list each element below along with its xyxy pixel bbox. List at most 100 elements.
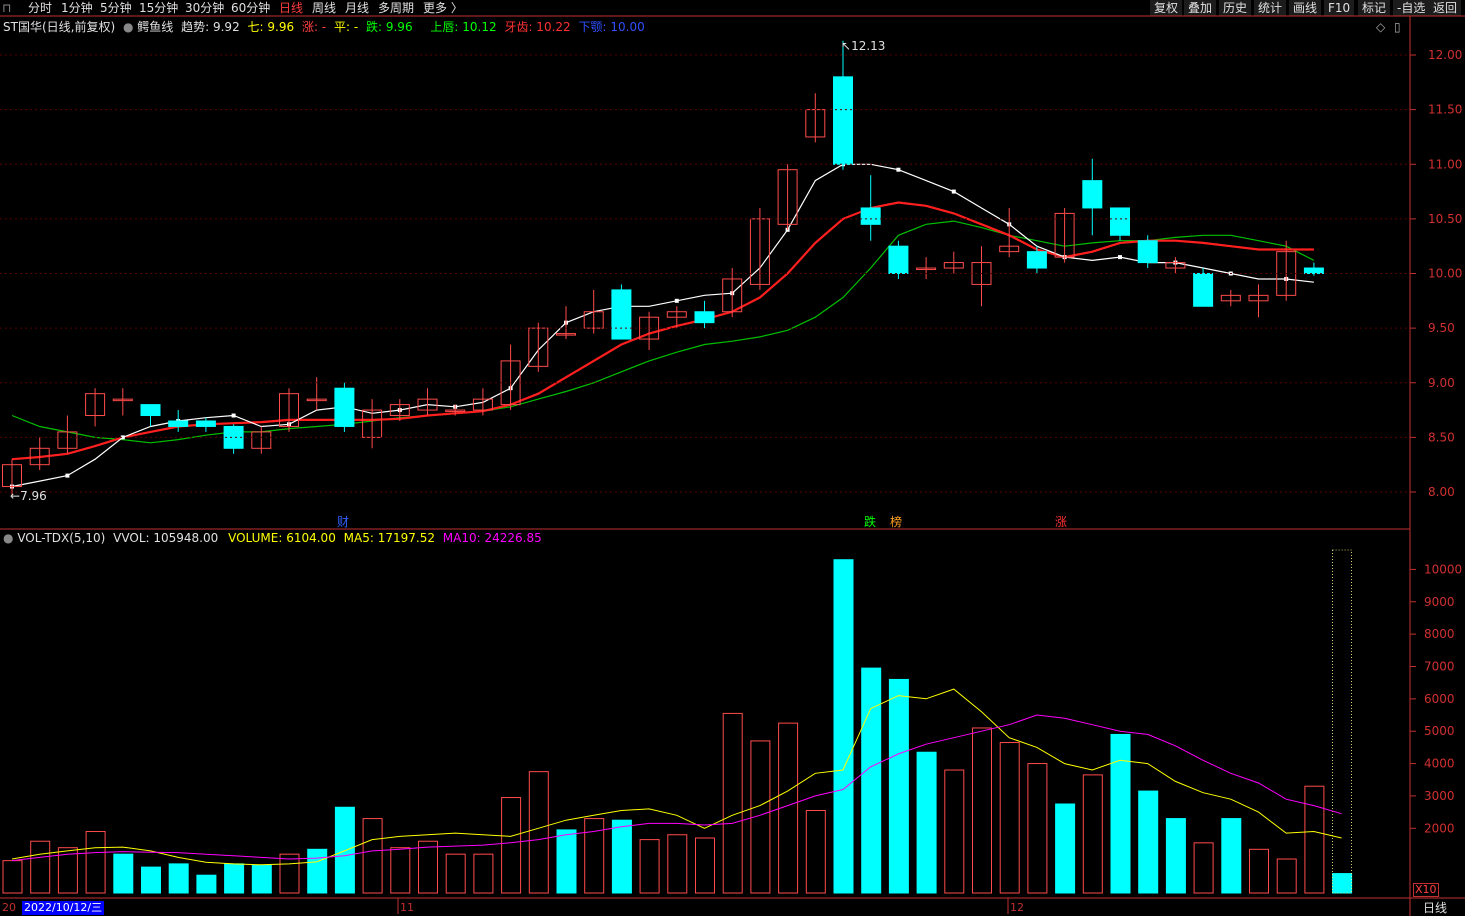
volume-bar-up [418,840,438,894]
candle-down [1026,251,1047,269]
volume-bar-up [1304,785,1325,894]
candle-down [1082,180,1103,209]
price-tick-label: 10.50 [1428,212,1462,226]
diamond-icon[interactable]: ◇ [1376,20,1385,34]
panel-menu-icon[interactable]: ▯ [1394,20,1401,34]
upper-lip-value: 上唇: 10.12 [430,20,497,34]
indicator-dot-icon[interactable]: ● [3,531,13,545]
candle-down [833,76,853,165]
volume-bar-up [501,797,522,894]
volume-bar-up [1193,842,1214,894]
volume-tick-label: 3000 [1424,789,1455,803]
zhang-value: 涨: - [301,20,327,34]
volume-tick-label: 10000 [1424,562,1462,576]
volume-bar-down [334,806,355,894]
price-tick-label: 8.50 [1428,430,1455,444]
price-tick-label: 12.00 [1428,48,1462,62]
candle-down [611,289,632,340]
volume-bar-down [196,874,217,894]
candle-down [334,387,355,427]
volume-axis: 2000 3000 4000 5000 6000 7000 8000 9000 10000 [1410,562,1462,835]
price-tick-label: 8.00 [1428,485,1455,499]
volume-bar-down [833,559,854,894]
volume-bar-up [85,831,106,894]
stock-title: ST国华(日线,前复权) [3,20,116,34]
kline-chart[interactable]: 8.00 8.50 9.00 9.50 10.00 10.50 11.00 11.50 12.0… [0,0,1465,916]
volume-bar-down [916,751,937,894]
volume-bar-up [473,853,494,894]
volume-bar-down [168,863,189,894]
month-tick-12: 12 [1010,901,1024,914]
date-cursor: 2022/10/12/三 [22,901,105,915]
trend-point [896,167,901,172]
candle-down [1303,267,1324,275]
volume-value: VOLUME: 6104.00 [228,531,336,545]
volume-tick-label: 9000 [1424,595,1455,609]
candle-down [140,404,161,417]
price-tick-label: 11.50 [1428,103,1462,117]
ping-value: 平: - [333,20,359,34]
volume-tick-label: 5000 [1424,724,1455,738]
indicator-dot-icon[interactable]: ● [123,20,133,34]
trend-point [674,298,679,303]
candle-down [168,420,189,427]
volume-bar-down [556,829,577,894]
volume-bar-up [1249,848,1269,894]
volume-bar-up [1276,858,1297,894]
ma5-value: MA5: 17197.52 [343,531,435,545]
trend-point [1118,255,1122,260]
volume-bar-down [224,863,245,894]
period-label[interactable]: 日线 [1423,901,1447,915]
volume-bar-up [1027,763,1048,894]
current-bar-highlight [1332,549,1352,894]
volume-bar-down [251,864,272,894]
trend-point [951,189,956,194]
price-tick-label: 9.00 [1428,376,1455,390]
high-price-label: ↖12.13 [841,39,886,53]
marker-zhang[interactable]: 涨 [1055,515,1067,529]
volume-bar-down [1110,733,1131,894]
candle-down [888,245,909,274]
candle-down [1137,240,1158,264]
volume-bar-down [1165,818,1186,894]
volume-tick-label: 6000 [1424,692,1455,706]
marker-bang[interactable]: 榜 [890,515,902,529]
jaw-line-path [11,220,1315,444]
candle-down [860,207,881,225]
volume-bar-down [141,866,161,894]
volume-multiplier: X10 [1413,883,1439,897]
volume-bar-up [2,860,23,894]
volume-bar-up [639,839,660,894]
marker-die[interactable]: 跌 [864,515,876,529]
chart-frame [0,15,1465,916]
volume-bar-down [1138,790,1159,894]
volume-bar-up [30,840,51,894]
volume-bar-up [390,847,411,894]
trend-point [65,473,70,478]
volume-bar-down [611,819,632,894]
volume-bar-down [861,667,882,894]
volume-header: ● VOL-TDX(5,10) VVOL: 105948.00 VOLUME: … [3,531,542,545]
volume-tick-label: 2000 [1424,821,1455,835]
price-tick-label: 11.00 [1428,157,1462,171]
volume-bar-up [1082,774,1103,894]
lower-jaw-value: 下颚: 10.00 [578,20,645,34]
volume-bar-down [1221,818,1242,894]
low-price-label: ←7.96 [10,489,47,503]
volume-bar-up [445,853,466,894]
volume-bar-down [888,678,909,894]
candle-down [1193,273,1214,307]
volume-bar-up [362,818,383,894]
trend-point [231,413,236,418]
volume-bar-up [972,727,992,894]
volume-bar-up [667,834,688,894]
volume-tick-label: 8000 [1424,627,1455,641]
marker-cai[interactable]: 财 [337,515,349,529]
indicator-name[interactable]: 鳄鱼线 [137,20,173,34]
vvol-value: VVOL: 105948.00 [113,531,219,545]
volume-bar-down [1055,803,1076,894]
vol-indicator-name[interactable]: VOL-TDX(5,10) [17,531,105,545]
volume-bar-down [307,848,328,894]
volume-bar-down [1332,873,1353,894]
volume-tick-label: 4000 [1424,757,1455,771]
